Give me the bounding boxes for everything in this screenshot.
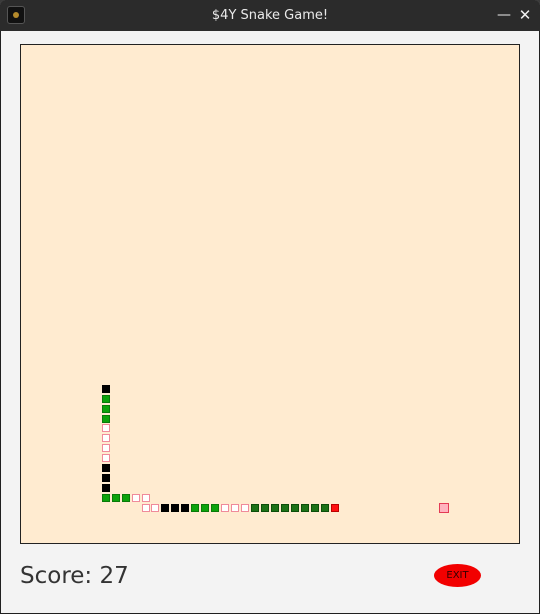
- snake-segment: [211, 504, 220, 513]
- snake-segment: [271, 504, 279, 513]
- snake-segment: [101, 384, 110, 393]
- snake-segment: [191, 504, 200, 513]
- snake-segment: [221, 504, 230, 513]
- snake-segment: [280, 504, 289, 513]
- snake-segment: [310, 504, 319, 513]
- snake-segment: [151, 504, 160, 513]
- snake-segment: [181, 504, 190, 513]
- score-label: Score: 27: [20, 563, 129, 589]
- minimize-button[interactable]: —: [494, 5, 514, 25]
- snake-segment: [261, 504, 270, 513]
- food-item: [439, 503, 450, 514]
- snake-segment: [290, 504, 299, 513]
- snake-segment: [111, 494, 120, 503]
- title-bar[interactable]: $4Y Snake Game! — ✕: [0, 0, 540, 31]
- game-window: $4Y Snake Game! — ✕ Score: 27 EXIT: [0, 0, 540, 614]
- snake-segment: [251, 504, 260, 513]
- snake-segment: [101, 424, 110, 433]
- snake-segment: [101, 394, 110, 403]
- snake-segment: [241, 504, 250, 513]
- snake-segment: [101, 404, 110, 413]
- snake-segment: [300, 504, 309, 513]
- snake-segment: [131, 494, 140, 503]
- snake-segment: [101, 474, 110, 483]
- snake-segment: [201, 504, 210, 513]
- snake-segment: [161, 504, 170, 513]
- snake-segment: [101, 484, 110, 493]
- snake-segment: [171, 504, 180, 513]
- window-title: $4Y Snake Game!: [211, 8, 329, 23]
- snake-segment: [121, 494, 130, 503]
- snake-segment: [320, 504, 329, 513]
- snake-segment: [231, 504, 240, 513]
- snake-segment: [101, 454, 110, 463]
- snake-segment: [101, 464, 110, 473]
- snake-segment: [101, 494, 110, 503]
- close-button[interactable]: ✕: [515, 5, 535, 25]
- game-board: [20, 44, 520, 544]
- snake-segment: [141, 504, 150, 513]
- snake-head: [330, 504, 339, 513]
- snake-segment: [141, 494, 150, 503]
- snake-segment: [101, 414, 110, 423]
- exit-button[interactable]: EXIT: [434, 564, 481, 587]
- snake-segment: [101, 434, 110, 443]
- snake-segment: [101, 444, 110, 453]
